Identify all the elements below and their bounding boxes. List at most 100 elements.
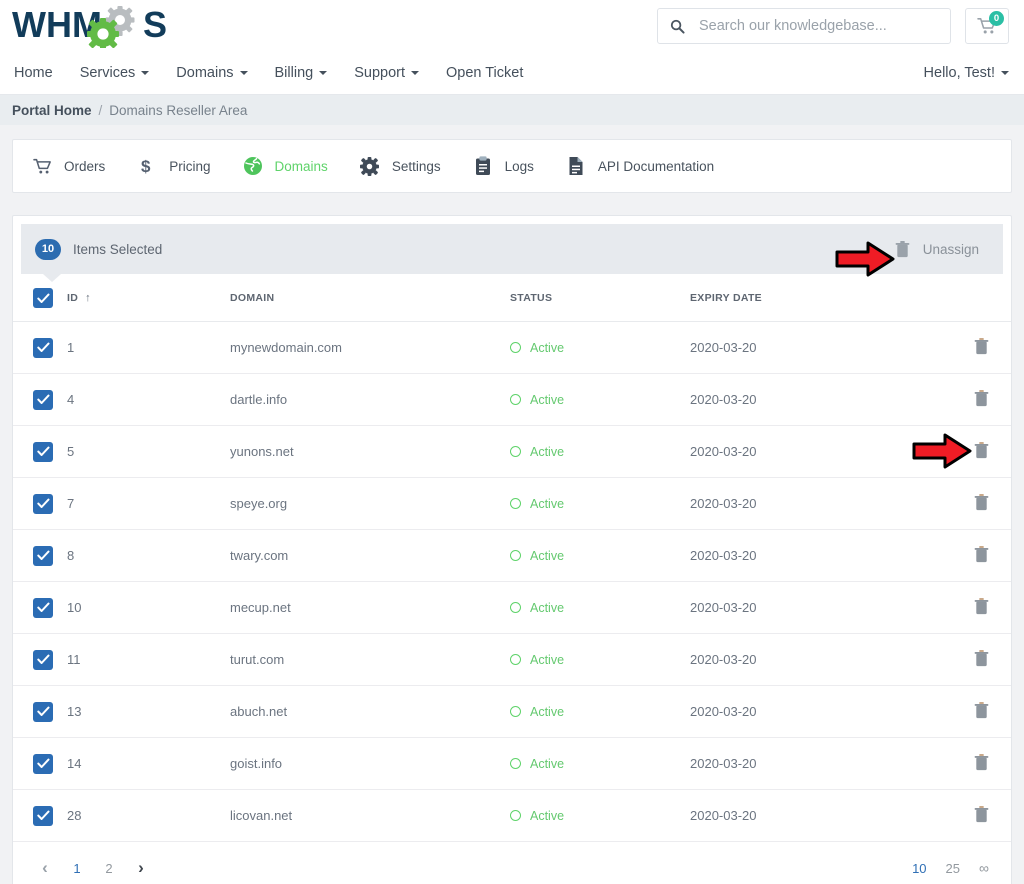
column-header-domain[interactable]: DOMAIN <box>230 274 510 322</box>
module-nav-settings[interactable]: Settings <box>359 156 441 176</box>
cell-status: Active <box>510 737 690 790</box>
row-delete-trash-icon[interactable] <box>974 545 989 563</box>
cart-button[interactable]: 0 <box>965 8 1009 44</box>
nav-item-home[interactable]: Home <box>14 65 53 81</box>
row-delete-trash-icon[interactable] <box>974 805 989 823</box>
cell-expiry-date: 2020-03-20 <box>690 321 950 374</box>
row-checkbox[interactable] <box>33 337 53 358</box>
nav-item-services[interactable]: Services <box>80 65 150 81</box>
pagination-page-sizes: 10 25 ∞ <box>912 860 989 876</box>
search-input[interactable] <box>699 18 938 34</box>
dollar-icon: $ <box>136 156 158 176</box>
module-nav-pricing[interactable]: $ Pricing <box>136 156 210 176</box>
cell-status: Active <box>510 789 690 842</box>
row-checkbox[interactable] <box>33 701 53 722</box>
cell-expiry-date: 2020-03-20 <box>690 737 950 790</box>
row-checkbox[interactable] <box>33 441 53 462</box>
breadcrumb-portal-home[interactable]: Portal Home <box>12 103 92 118</box>
table-row: 13 abuch.net Active 2020-03-20 <box>13 685 1011 738</box>
cell-domain[interactable]: twary.com <box>230 529 510 582</box>
nav-item-billing[interactable]: Billing <box>275 65 328 81</box>
cell-actions <box>950 685 1011 738</box>
breadcrumb-separator: / <box>98 102 103 118</box>
nav-item-open-ticket[interactable]: Open Ticket <box>446 65 523 81</box>
breadcrumb-current: Domains Reseller Area <box>109 102 248 118</box>
row-checkbox[interactable] <box>33 753 53 774</box>
whmcs-logo[interactable]: WHM S <box>12 4 184 48</box>
cell-domain[interactable]: yunons.net <box>230 425 510 478</box>
pagination-page-1[interactable]: 1 <box>65 855 89 881</box>
nav-label: Billing <box>274 65 314 81</box>
cell-domain[interactable]: dartle.info <box>230 373 510 426</box>
status-circle-icon <box>510 706 521 717</box>
cell-expiry-date: 2020-03-20 <box>690 425 950 478</box>
column-header-status[interactable]: STATUS <box>510 274 690 322</box>
cell-expiry-date: 2020-03-20 <box>690 581 950 634</box>
account-menu-trigger[interactable]: Hello, Test! <box>924 65 1009 81</box>
row-delete-trash-icon[interactable] <box>974 649 989 667</box>
row-delete-trash-icon[interactable] <box>974 441 989 459</box>
page-body: Orders $ Pricing Domains Settings Logs A… <box>0 125 1024 884</box>
cell-expiry-date: 2020-03-20 <box>690 789 950 842</box>
cell-domain[interactable]: speye.org <box>230 477 510 530</box>
page-size-10[interactable]: 10 <box>912 861 926 876</box>
row-delete-trash-icon[interactable] <box>974 701 989 719</box>
row-select-cell <box>13 477 67 530</box>
pagination-next-button[interactable]: › <box>129 855 153 881</box>
knowledgebase-search[interactable] <box>657 8 951 44</box>
row-checkbox[interactable] <box>33 649 53 670</box>
cell-status: Active <box>510 685 690 738</box>
row-checkbox[interactable] <box>33 805 53 826</box>
account-menu[interactable]: Hello, Test! <box>924 65 1009 81</box>
cell-expiry-date: 2020-03-20 <box>690 373 950 426</box>
cell-actions <box>950 529 1011 582</box>
module-nav-domains[interactable]: Domains <box>242 156 328 176</box>
status-label: Active <box>530 808 565 823</box>
row-checkbox[interactable] <box>33 597 53 618</box>
row-delete-trash-icon[interactable] <box>974 389 989 407</box>
module-nav-label: Logs <box>504 158 534 174</box>
cell-domain[interactable]: goist.info <box>230 737 510 790</box>
row-select-cell <box>13 633 67 686</box>
status-label: Active <box>530 496 565 511</box>
page-size-25[interactable]: 25 <box>946 861 960 876</box>
nav-label: Services <box>79 65 136 81</box>
column-header-id[interactable]: ID ↑ <box>67 274 230 322</box>
module-nav-logs[interactable]: Logs <box>472 156 534 176</box>
module-nav-api-documentation[interactable]: API Documentation <box>565 156 714 176</box>
table-head: ID ↑ DOMAIN STATUS EXPIRY DATE <box>13 274 1011 322</box>
status-circle-icon <box>510 498 521 509</box>
row-checkbox[interactable] <box>33 389 53 410</box>
row-delete-trash-icon[interactable] <box>974 597 989 615</box>
table-row: 28 licovan.net Active 2020-03-20 <box>13 789 1011 842</box>
chevron-down-icon <box>239 71 248 75</box>
row-delete-trash-icon[interactable] <box>974 337 989 355</box>
pagination-page-2[interactable]: 2 <box>97 855 121 881</box>
pagination-prev-button[interactable]: ‹ <box>33 855 57 881</box>
status-label: Active <box>530 652 565 667</box>
cell-status: Active <box>510 425 690 478</box>
row-checkbox[interactable] <box>33 493 53 514</box>
page-size-all[interactable]: ∞ <box>979 860 989 876</box>
cell-actions <box>950 633 1011 686</box>
select-all-checkbox[interactable] <box>33 288 53 308</box>
cell-domain[interactable]: turut.com <box>230 633 510 686</box>
module-nav-orders[interactable]: Orders <box>31 158 105 175</box>
cell-actions <box>950 425 1011 478</box>
cell-domain[interactable]: mynewdomain.com <box>230 321 510 374</box>
trash-icon <box>895 240 910 258</box>
domains-table: ID ↑ DOMAIN STATUS EXPIRY DATE 1 mynewdoma… <box>13 274 1011 842</box>
unassign-label: Unassign <box>922 241 979 257</box>
unassign-button[interactable]: Unassign <box>895 240 991 258</box>
cell-domain[interactable]: mecup.net <box>230 581 510 634</box>
column-header-expiry-date[interactable]: EXPIRY DATE <box>690 274 950 322</box>
row-checkbox[interactable] <box>33 545 53 566</box>
nav-item-domains[interactable]: Domains <box>176 65 248 81</box>
cell-domain[interactable]: abuch.net <box>230 685 510 738</box>
cell-domain[interactable]: licovan.net <box>230 789 510 842</box>
row-select-cell <box>13 581 67 634</box>
nav-item-support[interactable]: Support <box>354 65 419 81</box>
row-delete-trash-icon[interactable] <box>974 493 989 511</box>
row-delete-trash-icon[interactable] <box>974 753 989 771</box>
domains-table-card: 10 Items Selected Unassign ID ↑ DOMAIN S… <box>12 215 1012 884</box>
